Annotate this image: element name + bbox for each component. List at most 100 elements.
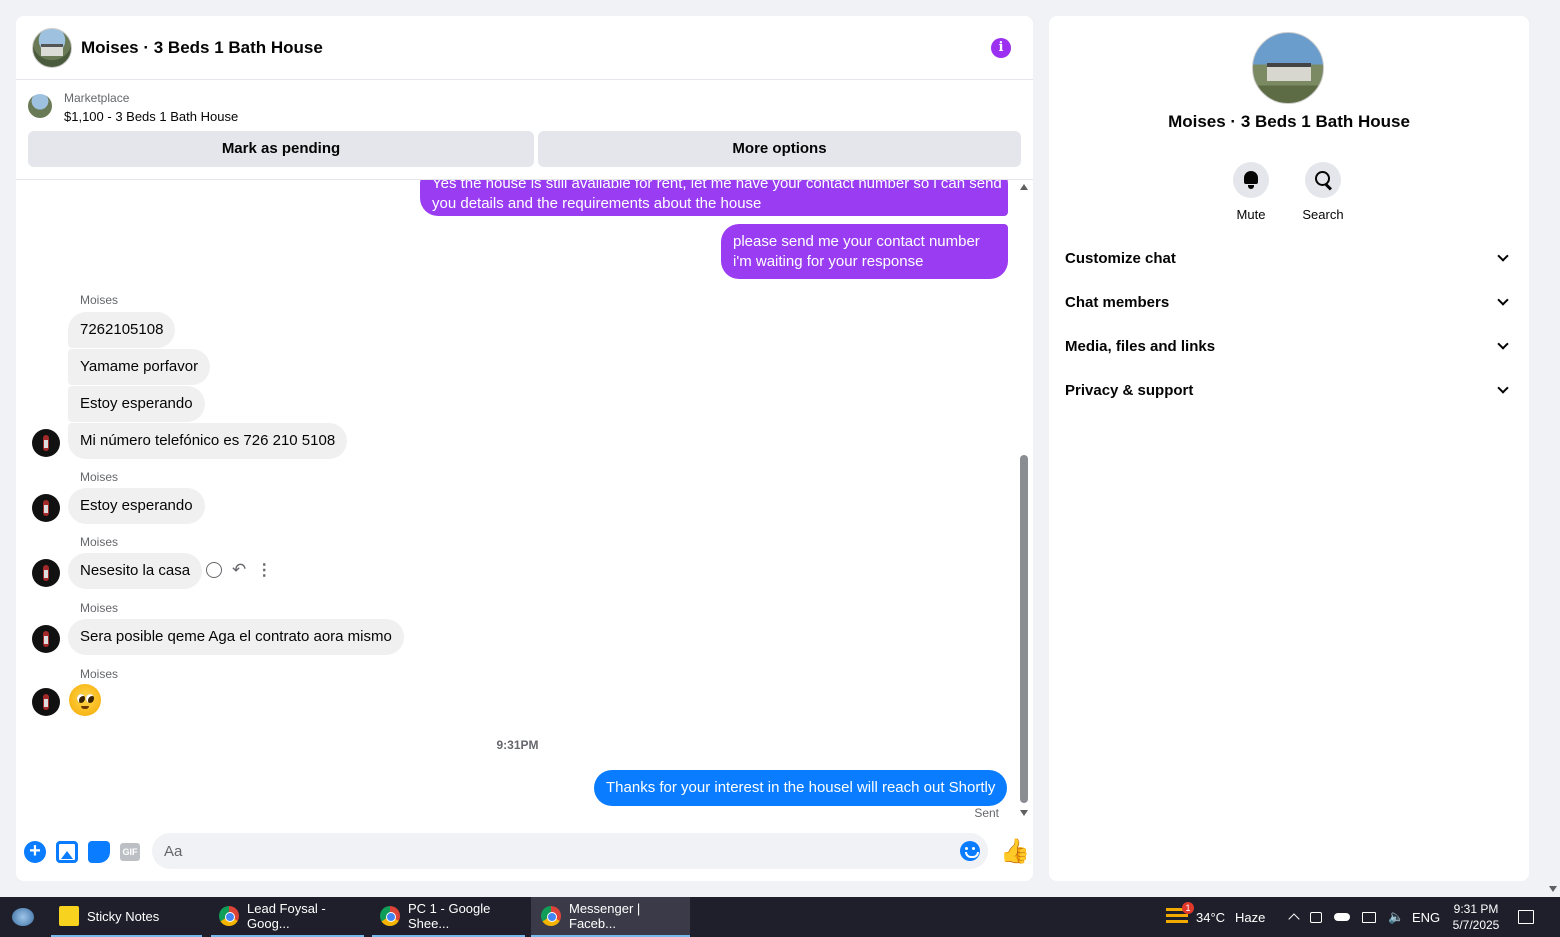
message-scrollbar[interactable] [1018, 180, 1030, 825]
language-label: ENG [1412, 909, 1441, 925]
more-options-button[interactable]: More options [538, 131, 1021, 167]
scroll-down-arrow[interactable] [1549, 886, 1557, 892]
incoming-message[interactable]: Yamame porfavor [68, 349, 211, 385]
chrome-icon [541, 906, 561, 926]
mark-as-pending-button[interactable]: Mark as pending [28, 131, 534, 167]
conversation-avatar[interactable] [32, 27, 72, 68]
network-icon[interactable] [1362, 911, 1376, 923]
chevron-down-icon [1497, 382, 1509, 394]
outgoing-message[interactable]: please send me your contact number i'm w… [721, 224, 1008, 279]
scroll-down-arrow[interactable] [1020, 810, 1028, 816]
message-composer: + GIF 👍 [16, 831, 1033, 881]
listing-price-title[interactable]: $1,100 - 3 Beds 1 Bath House [64, 109, 238, 124]
tray-icons: 🔈 [1288, 897, 1404, 937]
meet-icon[interactable] [1310, 911, 1322, 923]
taskbar-label: Sticky Notes [87, 908, 160, 924]
more-icon[interactable]: ⋮ [256, 560, 272, 580]
incoming-message[interactable]: Sera posible qeme Aga el contrato aora m… [68, 619, 404, 655]
message-input[interactable] [152, 833, 988, 869]
scroll-thumb[interactable] [1020, 455, 1028, 803]
search-label: Search [1302, 207, 1344, 222]
incoming-message[interactable]: Estoy esperando [68, 488, 205, 524]
reply-icon[interactable]: ↶ [232, 560, 246, 580]
section-privacy-support[interactable]: Privacy & support [1057, 370, 1521, 410]
taskbar-label: Lead Foysal - Goog... [247, 901, 326, 931]
language-indicator[interactable]: ENG [1412, 897, 1440, 937]
sender-name: Moises [80, 470, 119, 484]
sender-avatar[interactable] [32, 688, 60, 716]
sender-name: Moises [80, 667, 119, 681]
chrome-icon [219, 906, 239, 926]
incoming-message[interactable]: Estoy esperando [68, 386, 205, 422]
taskbar-sticky-notes[interactable]: Sticky Notes [51, 897, 202, 937]
sticky-notes-icon [59, 906, 79, 926]
outgoing-message[interactable]: Thanks for your interest in the housel w… [594, 770, 1008, 806]
sender-name: Moises [80, 293, 119, 307]
taskbar-label: Messenger | Faceb... [569, 901, 641, 931]
section-customize-chat[interactable]: Customize chat [1057, 238, 1521, 278]
chevron-down-icon [1497, 294, 1509, 306]
incoming-message[interactable]: 7262105108 [68, 312, 176, 348]
listing-thumbnail[interactable] [28, 94, 52, 118]
section-media-files-links[interactable]: Media, files and links [1057, 326, 1521, 366]
start-button[interactable] [0, 897, 46, 937]
taskbar-label: PC 1 - Google Shee... [408, 901, 491, 931]
weather-badge: 1 [1182, 902, 1194, 914]
sender-avatar[interactable] [32, 429, 60, 457]
chat-title[interactable]: Moises · 3 Beds 1 Bath House [81, 38, 323, 58]
sender-name: Moises [80, 535, 119, 549]
mute-label: Mute [1236, 207, 1266, 222]
notification-center[interactable] [1518, 897, 1534, 937]
listing-source: Marketplace [64, 91, 130, 105]
incoming-message[interactable]: Mi número telefónico es 726 210 5108 [68, 423, 348, 459]
message-line: please send me your contact number [733, 233, 980, 250]
chat-panel: Moises · 3 Beds 1 Bath House i Marketpla… [16, 16, 1033, 881]
taskbar-chrome-messenger[interactable]: Messenger | Faceb... [531, 897, 690, 937]
info-icon[interactable]: i [991, 38, 1011, 58]
sender-name: Moises [80, 601, 119, 615]
notification-icon [1518, 910, 1534, 924]
scroll-up-arrow[interactable] [1020, 184, 1028, 190]
taskbar-chrome-lead[interactable]: Lead Foysal - Goog... [211, 897, 364, 937]
search-action[interactable]: Search [1287, 162, 1359, 222]
plus-icon[interactable]: + [24, 841, 46, 863]
sender-avatar[interactable] [32, 559, 60, 587]
sender-avatar[interactable] [32, 625, 60, 653]
photo-icon[interactable] [56, 841, 78, 863]
message-status: Sent [974, 806, 999, 820]
chat-header: Moises · 3 Beds 1 Bath House i [16, 16, 1033, 80]
weather-icon: 1 [1166, 902, 1194, 926]
outgoing-message[interactable]: Yes the house is still available for ren… [420, 180, 1008, 216]
clock[interactable]: 9:31 PM 5/7/2025 [1450, 901, 1502, 933]
panel-title[interactable]: Moises · 3 Beds 1 Bath House [1049, 112, 1529, 132]
incoming-message[interactable]: Nesesito la casa [68, 553, 203, 589]
sender-avatar[interactable] [32, 494, 60, 522]
section-chat-members[interactable]: Chat members [1057, 282, 1521, 322]
react-icon[interactable] [206, 562, 222, 578]
window-scrollbar[interactable] [1546, 0, 1560, 897]
taskbar-chrome-pc1[interactable]: PC 1 - Google Shee... [372, 897, 525, 937]
profile-avatar[interactable] [1252, 32, 1324, 104]
mute-action[interactable]: Mute [1215, 162, 1287, 222]
emoji-icon[interactable] [960, 841, 980, 861]
pleading-face-emoji[interactable] [69, 684, 101, 716]
sticker-icon[interactable] [88, 841, 110, 863]
weather-widget[interactable]: 1 34°C Haze [1166, 897, 1265, 937]
chevron-up-icon[interactable] [1288, 913, 1300, 925]
gif-icon[interactable]: GIF [120, 843, 140, 861]
cloud-icon[interactable] [1334, 913, 1350, 921]
message-list[interactable]: Yes the house is still available for ren… [16, 180, 1019, 825]
volume-icon[interactable]: 🔈 [1388, 909, 1404, 925]
thumbs-up-icon[interactable]: 👍 [1000, 837, 1030, 866]
search-icon[interactable] [1305, 162, 1341, 198]
conversation-info-panel: Moises · 3 Beds 1 Bath House Mute Search… [1049, 16, 1529, 881]
chrome-icon [380, 906, 400, 926]
chevron-down-icon [1497, 250, 1509, 262]
message-line: Yes the house is still available for ren… [432, 180, 1002, 192]
timestamp-divider: 9:31PM [496, 738, 539, 752]
message-line: you details and the requirements about t… [432, 195, 762, 212]
clock-date: 5/7/2025 [1452, 918, 1500, 932]
start-icon [12, 908, 34, 926]
section-label: Media, files and links [1065, 337, 1216, 355]
bell-icon[interactable] [1233, 162, 1269, 198]
